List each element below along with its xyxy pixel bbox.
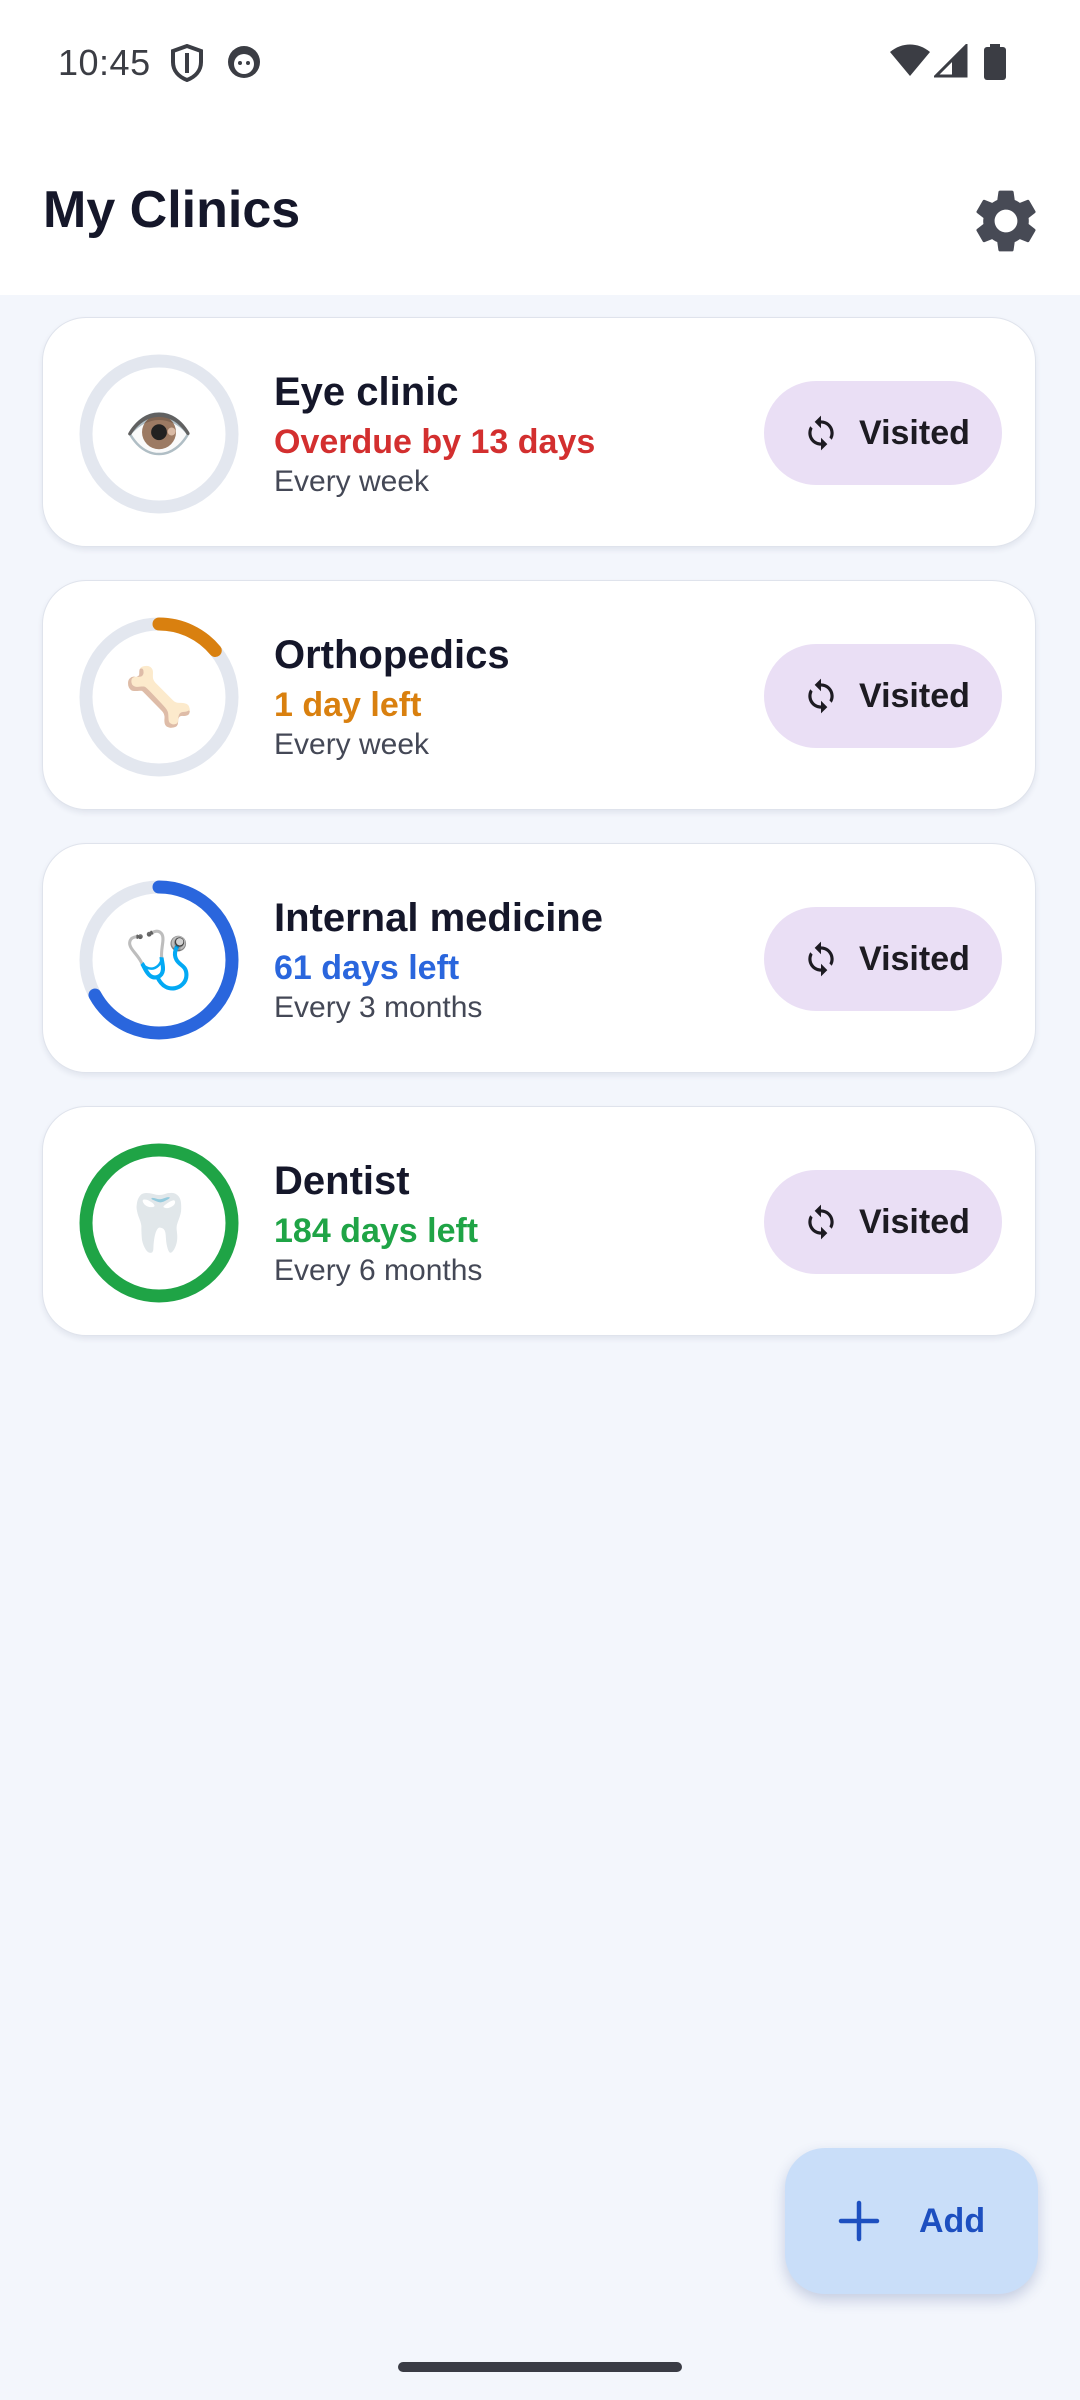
visited-button[interactable]: Visited xyxy=(764,907,1002,1011)
gear-icon xyxy=(976,190,1036,252)
clinic-frequency: Every week xyxy=(274,465,430,498)
signal-icon xyxy=(932,42,968,83)
stethoscope-icon: 🩺 xyxy=(124,928,194,991)
progress-ring: 🦷 xyxy=(79,1143,239,1303)
refresh-icon xyxy=(808,415,834,451)
bone-icon: 🦴 xyxy=(124,665,194,728)
app-bar: My Clinics xyxy=(0,130,1080,295)
clinic-card[interactable]: 🦴 Orthopedics 1 day left Every week Visi… xyxy=(42,580,1036,810)
visited-label: Visited xyxy=(859,940,970,978)
visited-label: Visited xyxy=(859,677,970,715)
home-indicator[interactable] xyxy=(398,2362,682,2372)
eye-icon: 👁️ xyxy=(124,402,194,465)
page-title: My Clinics xyxy=(43,181,301,239)
clinic-name: Internal medicine xyxy=(274,896,603,940)
visited-label: Visited xyxy=(859,1203,970,1241)
clinic-card[interactable]: 🩺 Internal medicine 61 days left Every 3… xyxy=(42,843,1036,1073)
clinic-name: Orthopedics xyxy=(274,633,510,677)
clinic-list: 👁️ Eye clinic Overdue by 13 days Every w… xyxy=(42,317,1038,1369)
clinic-frequency: Every week xyxy=(274,728,430,761)
add-button[interactable]: Add xyxy=(785,2148,1038,2294)
shield-icon xyxy=(170,43,204,87)
plus-icon xyxy=(838,2200,880,2242)
settings-button[interactable] xyxy=(968,183,1044,259)
visited-label: Visited xyxy=(859,414,970,452)
clinic-card[interactable]: 👁️ Eye clinic Overdue by 13 days Every w… xyxy=(42,317,1036,547)
notification-face-icon xyxy=(226,44,262,85)
tooth-icon: 🦷 xyxy=(124,1191,194,1254)
clinic-status: 1 day left xyxy=(274,686,422,724)
clinic-name: Eye clinic xyxy=(274,370,459,414)
visited-button[interactable]: Visited xyxy=(764,644,1002,748)
clinic-card[interactable]: 🦷 Dentist 184 days left Every 6 months V… xyxy=(42,1106,1036,1336)
clinic-name: Dentist xyxy=(274,1159,410,1203)
refresh-icon xyxy=(808,678,834,714)
status-bar: 10:45 xyxy=(0,0,1080,130)
clinic-status: 61 days left xyxy=(274,949,460,987)
refresh-icon xyxy=(808,941,834,977)
status-time: 10:45 xyxy=(58,42,151,83)
refresh-icon xyxy=(808,1204,834,1240)
clinic-status: 184 days left xyxy=(274,1212,479,1250)
progress-ring: 🦴 xyxy=(79,617,239,777)
clinic-frequency: Every 6 months xyxy=(274,1254,483,1287)
wifi-icon xyxy=(890,44,930,83)
clinic-status: Overdue by 13 days xyxy=(274,423,596,461)
progress-ring: 🩺 xyxy=(79,880,239,1040)
add-button-label: Add xyxy=(919,2202,986,2240)
battery-icon xyxy=(984,44,1006,85)
visited-button[interactable]: Visited xyxy=(764,381,1002,485)
clinic-frequency: Every 3 months xyxy=(274,991,483,1024)
visited-button[interactable]: Visited xyxy=(764,1170,1002,1274)
progress-ring: 👁️ xyxy=(79,354,239,514)
